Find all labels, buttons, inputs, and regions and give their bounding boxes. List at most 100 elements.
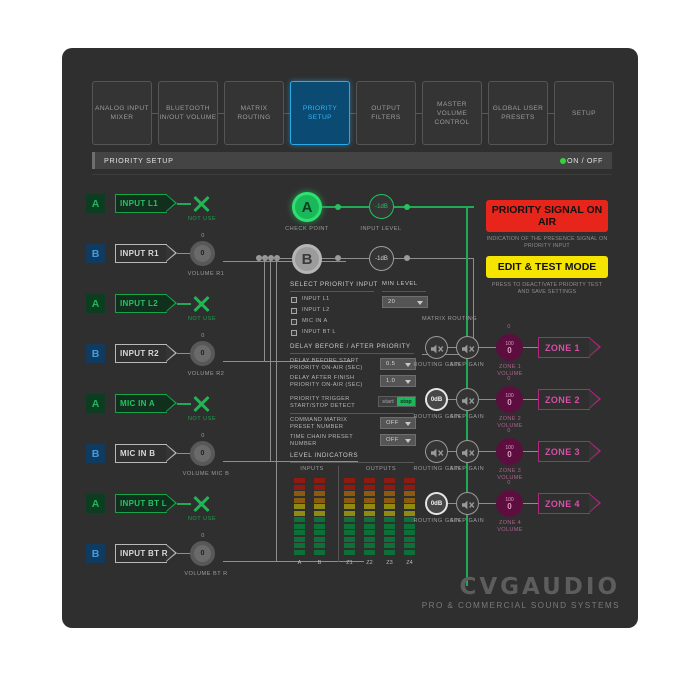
delay-after-select[interactable]: 1.0: [380, 375, 416, 387]
input-level-a[interactable]: -1dB: [369, 194, 394, 219]
meter-segment: [294, 543, 305, 548]
input-stub-wire: [177, 203, 191, 205]
input-tag-input-bt-r[interactable]: INPUT BT R: [115, 544, 177, 563]
badge-letter: B: [91, 347, 100, 360]
knob-top-value: 0: [201, 333, 205, 339]
zone-volume-knob-zone-4[interactable]: 100 0: [496, 490, 523, 517]
knob-label: VOLUME R2: [187, 371, 225, 377]
step-gain-label: STEP GAIN: [449, 362, 485, 368]
priority-trigger-toggle[interactable]: start stop: [378, 396, 416, 407]
edit-test-mode-subtext: PRESS TO DEACTIVATE PRIORITY TEST AND SA…: [491, 282, 603, 295]
knob-value: 0: [200, 450, 205, 457]
min-level-select[interactable]: 20: [382, 296, 428, 308]
min-level-rule: [382, 291, 426, 292]
meter-segment: [384, 497, 395, 503]
mute-speaker-icon: [462, 344, 475, 353]
tab-global-user-presets[interactable]: GLOBAL USER PRESETS: [488, 81, 548, 145]
meter-group-outputs: OUTPUTS: [365, 466, 397, 472]
trigger-stop-option[interactable]: stop: [397, 397, 415, 406]
priority-checkbox-mic-in-a[interactable]: [291, 318, 297, 325]
meter-segment: [314, 549, 325, 555]
tab-priority-setup[interactable]: PRIORITY SETUP: [290, 81, 350, 145]
tab-output-filters[interactable]: OUTPUT FILTERS: [356, 81, 416, 145]
a-to-level-wire: [322, 206, 370, 208]
step-gain-knob-zone-3[interactable]: [456, 440, 479, 463]
tab-master-volume-control[interactable]: MASTER VOLUME CONTROL: [422, 81, 482, 145]
b-bus-vertical: [270, 258, 271, 461]
routing-gain-knob-zone-2[interactable]: 0dB: [425, 388, 448, 411]
input-tag-input-r2[interactable]: INPUT R2: [115, 344, 177, 363]
priority-checkbox-input-bt-l[interactable]: [291, 329, 297, 336]
zone-volume-knob-zone-1[interactable]: 100 0: [496, 334, 523, 361]
step-gain-knob-zone-4[interactable]: [456, 492, 479, 515]
trigger-rule: [290, 413, 414, 414]
zone-tag-zone-3[interactable]: ZONE 3: [538, 441, 601, 462]
priority-checkbox-input-l1[interactable]: [291, 296, 297, 303]
zone-tag-label: ZONE 1: [545, 343, 580, 353]
input-level-b[interactable]: -1dB: [369, 246, 394, 271]
meter-segment: [314, 523, 325, 529]
meter-segment: [344, 523, 355, 529]
tab-bluetooth-in-out-volume[interactable]: BLUETOOTH IN/OUT VOLUME: [158, 81, 218, 145]
routing-gain-value: 0dB: [430, 500, 443, 507]
routing-gain-knob-zone-4[interactable]: 0dB: [425, 492, 448, 515]
meter-group-inputs: INPUTS: [300, 466, 324, 472]
zone-volume-knob-zone-3[interactable]: 100 0: [496, 438, 523, 465]
step-gain-knob-zone-1[interactable]: [456, 336, 479, 359]
tab-analog-input-mixer[interactable]: ANALOG INPUT MIXER: [92, 81, 152, 145]
step-to-volume-wire: [479, 399, 497, 400]
meter-segment: [364, 530, 375, 535]
zone-tag-zone-2[interactable]: ZONE 2: [538, 389, 601, 410]
step-gain-label: STEP GAIN: [449, 518, 485, 524]
meter-segment: [384, 510, 395, 516]
input-channel-badge-a: A: [86, 394, 105, 413]
meter-segment: [404, 549, 415, 555]
input-tag-tip-inner: [166, 495, 175, 511]
input-tag-mic-in-a[interactable]: MIC IN A: [115, 394, 177, 413]
zone-volume-top: 0: [507, 480, 511, 486]
input-tag-tip-inner: [166, 345, 175, 361]
volume-knob-volume-bt-r[interactable]: 0: [190, 541, 215, 566]
input-tag-input-bt-l[interactable]: INPUT BT L: [115, 494, 177, 513]
meter-segment: [384, 504, 395, 509]
volume-knob-volume-mic-b[interactable]: 0: [190, 441, 215, 466]
meter-segment: [364, 510, 375, 516]
step-gain-knob-zone-2[interactable]: [456, 388, 479, 411]
priority-checkbox-input-l2[interactable]: [291, 307, 297, 314]
meter-segment: [294, 491, 305, 496]
meter-segment: [294, 549, 305, 555]
input-tag-input-l2[interactable]: INPUT L2: [115, 294, 177, 313]
zone-tag-label: ZONE 4: [545, 499, 580, 509]
on-off-toggle[interactable]: ON / OFF: [567, 156, 603, 165]
tab-label: BLUETOOTH IN/OUT VOLUME: [159, 105, 217, 121]
badge-letter: A: [91, 397, 100, 410]
trigger-start-option[interactable]: start: [379, 397, 397, 406]
zone-volume-top: 0: [507, 428, 511, 434]
zone-volume-knob-zone-2[interactable]: 100 0: [496, 386, 523, 413]
chevron-down-icon: [405, 422, 411, 426]
volume-knob-volume-r2[interactable]: 0: [190, 341, 215, 366]
zone-tag-zone-4[interactable]: ZONE 4: [538, 493, 601, 514]
time-chain-select[interactable]: OFF: [380, 434, 416, 446]
zone-volume-top: 0: [507, 376, 511, 382]
tab-setup[interactable]: SETUP: [554, 81, 614, 145]
tab-label: OUTPUT FILTERS: [371, 105, 401, 121]
check-point-a[interactable]: A: [292, 192, 322, 222]
input-tag-mic-in-b[interactable]: MIC IN B: [115, 444, 177, 463]
tab-matrix-routing[interactable]: MATRIX ROUTING: [224, 81, 284, 145]
input-tag-input-r1[interactable]: INPUT R1: [115, 244, 177, 263]
tab-label: MATRIX ROUTING: [237, 105, 271, 121]
input-tag-input-l1[interactable]: INPUT L1: [115, 194, 177, 213]
routing-gain-knob-zone-1[interactable]: [425, 336, 448, 359]
volume-to-zone-wire: [523, 451, 539, 452]
b-knob-link: [223, 461, 270, 462]
zone-tag-zone-1[interactable]: ZONE 1: [538, 337, 601, 358]
routing-gain-knob-zone-3[interactable]: [425, 440, 448, 463]
edit-test-mode-button[interactable]: EDIT & TEST MODE: [486, 256, 608, 278]
priority-setup-screen: ANALOG INPUT MIXER BLUETOOTH IN/OUT VOLUM…: [0, 0, 700, 700]
meter-label: Z4: [406, 560, 413, 566]
check-point-b[interactable]: B: [292, 244, 322, 274]
volume-knob-volume-r1[interactable]: 0: [190, 241, 215, 266]
volume-to-zone-wire: [523, 399, 539, 400]
level-meter-z2: [364, 478, 375, 556]
